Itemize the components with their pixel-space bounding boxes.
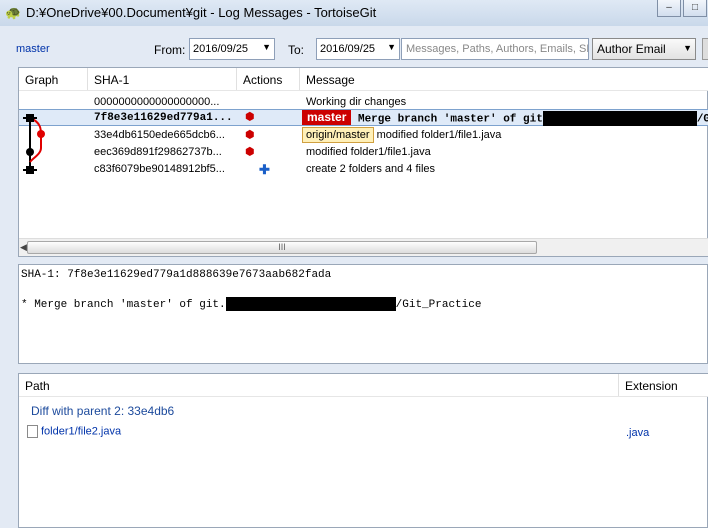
col-header-extension[interactable]: Extension — [619, 374, 708, 396]
scroll-thumb[interactable]: III — [27, 241, 537, 254]
filter-bar: master From: 2016/09/25 ▼ To: 2016/09/25… — [0, 26, 708, 66]
file-icon — [27, 425, 38, 438]
graph-node — [37, 130, 45, 138]
col-header-message[interactable]: Message — [300, 68, 708, 90]
diff-group-header[interactable]: Diff with parent 2: 33e4db6 — [31, 404, 174, 418]
to-date-value: 2016/09/25 — [320, 43, 376, 55]
add-icon: ✚ — [259, 162, 270, 177]
message-suffix: /Git_ — [696, 113, 708, 126]
modify-icon: ⬢ — [245, 129, 255, 141]
message-text: modified folder1/file1.java — [376, 129, 502, 141]
graph-node — [26, 148, 34, 156]
title-bar: 🐢 D:¥OneDrive¥00.Document¥git - Log Mess… — [0, 0, 708, 26]
sha-cell: eec369d891f29862737b... — [94, 146, 222, 158]
from-label: From: — [154, 43, 186, 57]
minimize-button[interactable]: – — [657, 0, 681, 17]
graph-node — [26, 166, 34, 174]
header-divider — [19, 396, 708, 397]
window-title: D:¥OneDrive¥00.Document¥git - Log Messag… — [26, 5, 377, 20]
file-row[interactable]: folder1/file2.java — [27, 425, 121, 438]
col-header-path[interactable]: Path — [19, 374, 619, 396]
detail-message: * Merge branch 'master' of git. /Git_Prac… — [21, 297, 481, 311]
sha-cell: 7f8e3e11629ed779a1... — [94, 112, 233, 124]
maximize-button[interactable]: □ — [683, 0, 707, 17]
changed-files-panel: Path Extension Diff with parent 2: 33e4d… — [18, 373, 708, 528]
search-input[interactable]: Messages, Paths, Authors, Emails, SHA — [401, 38, 589, 60]
log-table: Graph SHA-1 Actions Message 000000000000… — [18, 67, 708, 257]
redacted-block — [225, 297, 396, 311]
scroll-left-icon[interactable]: ◀ — [20, 242, 27, 253]
to-label: To: — [288, 43, 305, 57]
file-path: folder1/file2.java — [41, 425, 122, 438]
detail-msg-suffix: /Git_Practice — [395, 298, 482, 311]
table-row[interactable]: 33e4db6150ede665dcb6... ⬢ origin/master … — [19, 127, 708, 144]
ref-badge-origin-master[interactable]: origin/master — [302, 127, 374, 143]
sha-cell: 33e4db6150ede665dcb6... — [94, 129, 225, 141]
sha-cell: c83f6079be90148912bf5... — [94, 163, 225, 175]
chevron-down-icon: ▼ — [683, 43, 692, 53]
message-cell: master Merge branch 'master' of git/Git_ — [302, 110, 708, 126]
chevron-down-icon: ▼ — [387, 42, 396, 52]
from-date-value: 2016/09/25 — [193, 43, 249, 55]
sha-cell: 0000000000000000000... — [94, 96, 220, 108]
chevron-down-icon: ▼ — [262, 42, 271, 52]
message-prefix: Merge branch 'master' of git — [357, 113, 543, 126]
col-header-actions[interactable]: Actions — [237, 68, 300, 90]
header-divider — [19, 90, 708, 91]
message-cell: Working dir changes — [306, 96, 407, 108]
merge-icon: ⬢ — [245, 111, 255, 123]
message-cell: origin/master modified folder1/file1.jav… — [302, 127, 702, 143]
refresh-button[interactable] — [702, 38, 708, 60]
modify-icon: ⬢ — [245, 146, 255, 158]
graph-node — [26, 114, 34, 122]
branch-link[interactable]: master — [16, 43, 50, 55]
redacted-block — [542, 111, 697, 126]
table-row-selected[interactable]: 7f8e3e11629ed779a1... ⬢ master Merge bra… — [19, 109, 708, 126]
table-row[interactable]: eec369d891f29862737b... ⬢ modified folde… — [19, 144, 708, 161]
commit-graph — [23, 114, 45, 174]
ref-badge-master[interactable]: master — [302, 110, 352, 126]
file-extension: .java — [626, 427, 650, 439]
tortoisegit-icon: 🐢 — [5, 5, 22, 20]
col-header-graph[interactable]: Graph — [19, 68, 88, 90]
message-cell: create 2 folders and 4 files — [306, 163, 436, 175]
filter-by-select[interactable]: Author Email ▼ — [592, 38, 696, 60]
commit-detail-panel: SHA-1: 7f8e3e11629ed779a1d888639e7673aab… — [18, 264, 708, 364]
horizontal-scrollbar[interactable]: ◀ III — [19, 238, 708, 256]
to-date-picker[interactable]: 2016/09/25 ▼ — [316, 38, 400, 60]
from-date-picker[interactable]: 2016/09/25 ▼ — [189, 38, 275, 60]
message-cell: modified folder1/file1.java — [306, 146, 431, 158]
detail-msg-prefix: * Merge branch 'master' of git. — [21, 298, 226, 311]
col-header-sha[interactable]: SHA-1 — [88, 68, 237, 90]
filter-by-value: Author Email — [597, 42, 666, 56]
table-row[interactable]: c83f6079be90148912bf5... ✚ create 2 fold… — [19, 161, 708, 178]
detail-sha: SHA-1: 7f8e3e11629ed779a1d888639e7673aab… — [21, 269, 332, 281]
